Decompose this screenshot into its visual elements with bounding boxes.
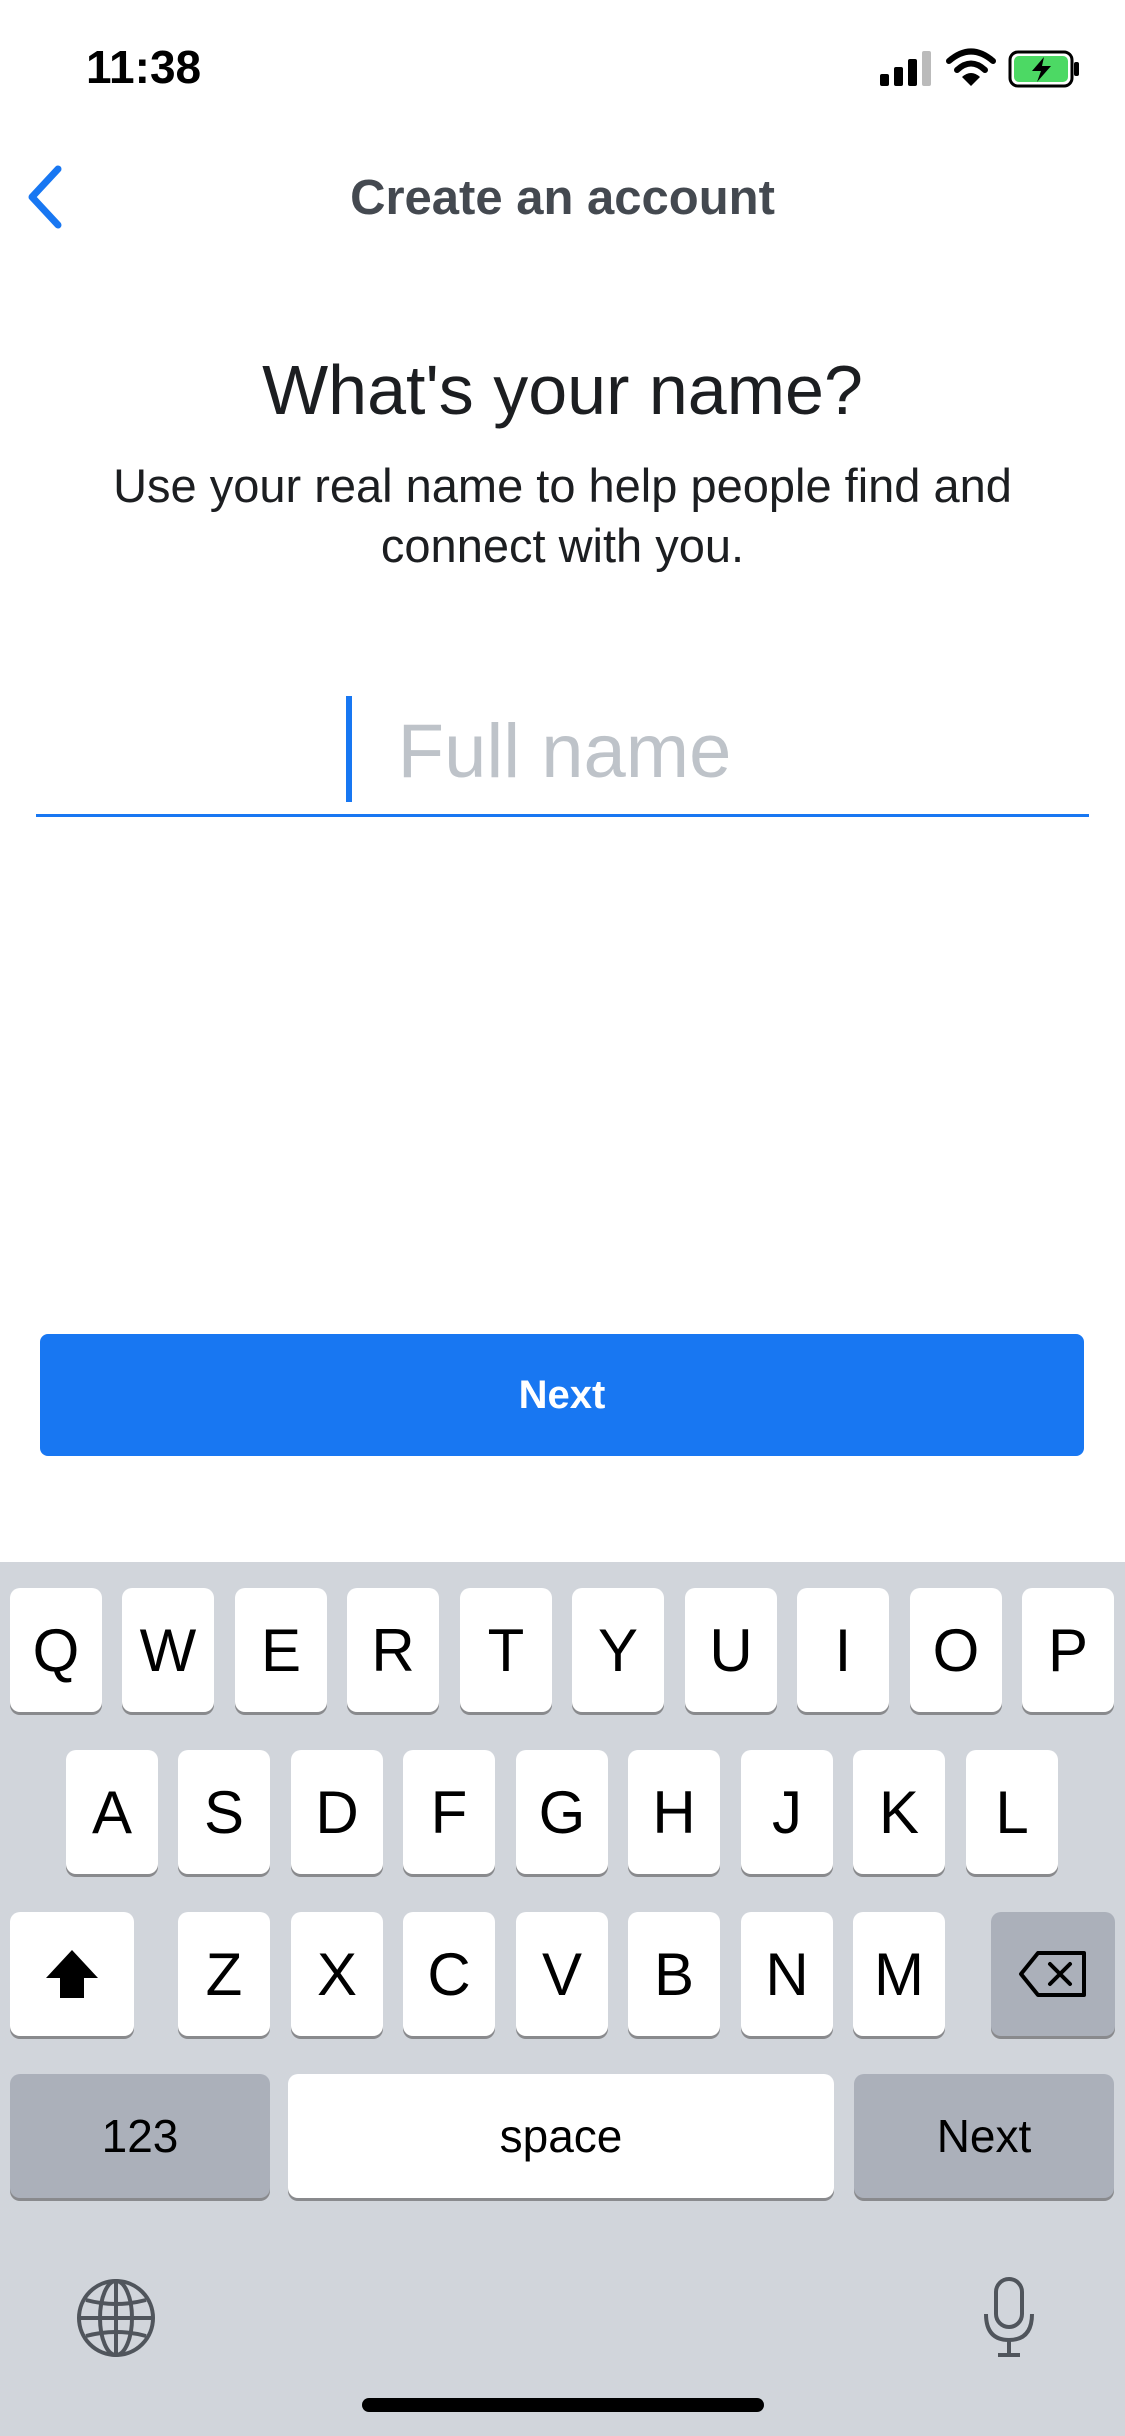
wifi-icon [946, 48, 996, 88]
key-x[interactable]: X [291, 1912, 383, 2036]
key-l[interactable]: L [966, 1750, 1058, 1874]
key-z[interactable]: Z [178, 1912, 270, 2036]
next-button[interactable]: Next [40, 1334, 1084, 1456]
name-subtitle: Use your real name to help people find a… [113, 459, 1012, 572]
key-g[interactable]: G [516, 1750, 608, 1874]
key-d[interactable]: D [291, 1750, 383, 1874]
key-u[interactable]: U [685, 1588, 777, 1712]
space-key[interactable]: space [288, 2074, 834, 2198]
key-j[interactable]: J [741, 1750, 833, 1874]
key-e[interactable]: E [235, 1588, 327, 1712]
shift-key[interactable] [10, 1912, 134, 2036]
key-r[interactable]: R [347, 1588, 439, 1712]
numbers-key[interactable]: 123 [10, 2074, 270, 2198]
key-f[interactable]: F [403, 1750, 495, 1874]
page-title: Create an account [350, 171, 775, 225]
home-indicator[interactable] [362, 2398, 764, 2412]
text-caret [346, 696, 352, 802]
shift-icon [46, 1950, 98, 1998]
name-heading: What's your name? [262, 351, 863, 429]
key-v[interactable]: V [516, 1912, 608, 2036]
backspace-icon [1019, 1951, 1086, 1997]
key-q[interactable]: Q [10, 1588, 102, 1712]
return-key[interactable]: Next [854, 2074, 1114, 2198]
key-c[interactable]: C [403, 1912, 495, 2036]
key-p[interactable]: P [1022, 1588, 1114, 1712]
key-s[interactable]: S [178, 1750, 270, 1874]
key-m[interactable]: M [853, 1912, 945, 2036]
key-w[interactable]: W [122, 1588, 214, 1712]
key-i[interactable]: I [797, 1588, 889, 1712]
key-y[interactable]: Y [572, 1588, 664, 1712]
key-b[interactable]: B [628, 1912, 720, 2036]
battery-charging-icon [1008, 50, 1082, 88]
key-k[interactable]: K [853, 1750, 945, 1874]
status-time: 11:38 [86, 41, 202, 93]
globe-icon[interactable] [74, 2276, 158, 2360]
key-n[interactable]: N [741, 1912, 833, 2036]
full-name-input[interactable] [36, 690, 1093, 812]
key-a[interactable]: A [66, 1750, 158, 1874]
delete-key[interactable] [991, 1912, 1115, 2036]
key-o[interactable]: O [910, 1588, 1002, 1712]
full-name-field[interactable] [36, 690, 1093, 817]
cellular-signal-icon [880, 50, 932, 86]
key-t[interactable]: T [460, 1588, 552, 1712]
microphone-icon[interactable] [978, 2276, 1040, 2360]
key-h[interactable]: H [628, 1750, 720, 1874]
